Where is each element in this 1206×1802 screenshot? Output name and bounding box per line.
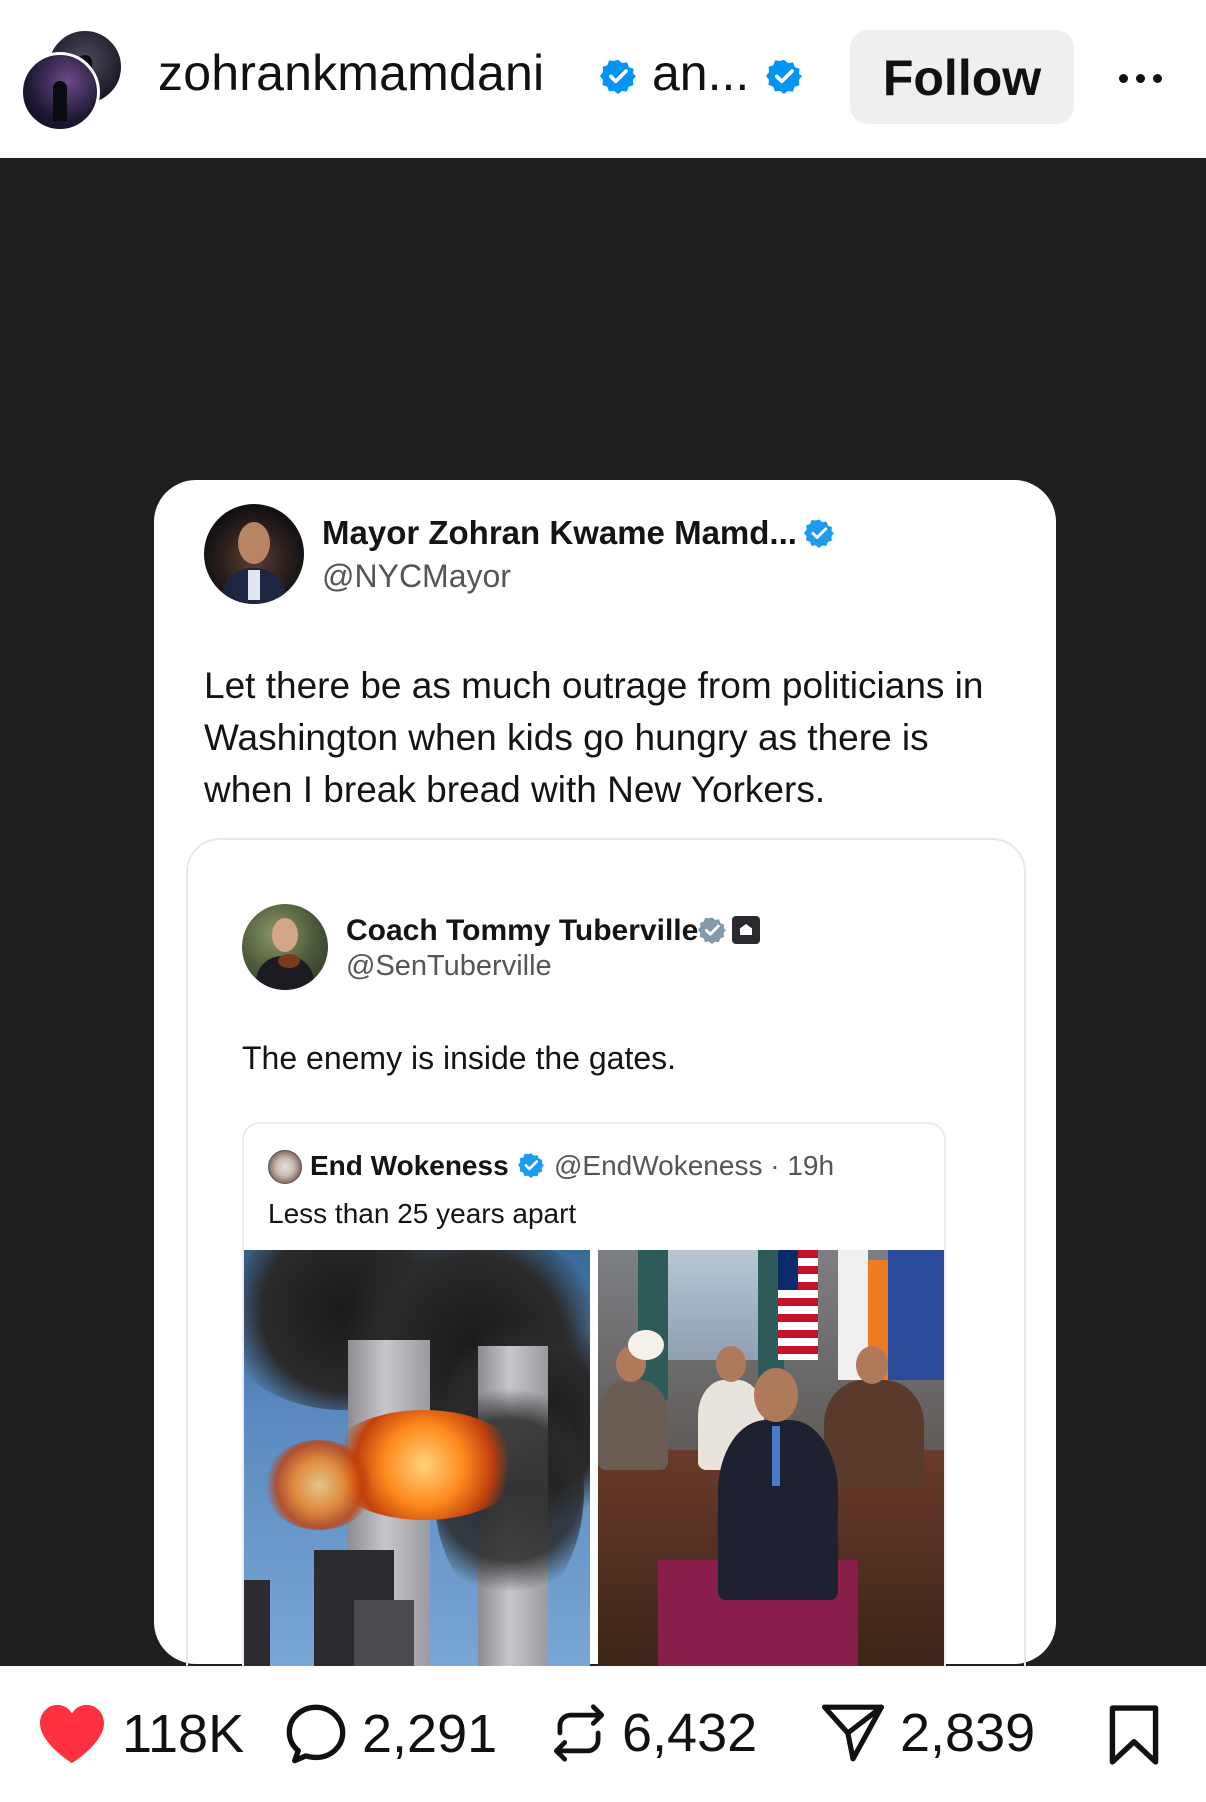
post-header: zohrankmamdani an... Follow [0, 0, 1206, 158]
follow-button[interactable]: Follow [850, 30, 1074, 124]
nested-quoted-tweet: End Wokeness @EndWokeness · 19h Less tha… [242, 1122, 946, 1668]
collab-avatars[interactable] [20, 28, 124, 132]
repost-count: 6,432 [622, 1703, 758, 1763]
tweet-author-avatar [204, 504, 304, 604]
comment-action[interactable]: 2,291 [284, 1702, 497, 1766]
tweet-author-name: Mayor Zohran Kwame Mamd... [322, 514, 797, 551]
comment-icon[interactable] [284, 1702, 348, 1766]
comment-count: 2,291 [362, 1704, 498, 1764]
tweet-author-handle: @NYCMayor [322, 558, 511, 594]
author-avatar[interactable] [20, 52, 100, 132]
like-action[interactable]: 118K [36, 1702, 244, 1766]
quoted-tweet-text: The enemy is inside the gates. [242, 1040, 677, 1076]
collaborator-name[interactable]: an... [652, 44, 749, 102]
nested-tweet-text: Less than 25 years apart [268, 1198, 577, 1229]
quoted-author-avatar [242, 904, 328, 990]
quoted-tweet: Coach Tommy Tuberville @SenTuberville Th… [186, 838, 1026, 1668]
like-count: 118K [122, 1704, 245, 1764]
government-label-icon [732, 916, 760, 944]
nested-author-meta: @EndWokeness · 19h [554, 1150, 835, 1181]
tweet-text: Let there be as much outrage from politi… [204, 665, 984, 810]
nested-author-avatar [268, 1150, 302, 1184]
tweet-image-right [598, 1250, 944, 1668]
verified-badge-icon [766, 59, 802, 94]
send-icon[interactable] [820, 1702, 886, 1764]
action-bar: 118K 2,291 6,432 2,839 [0, 1666, 1206, 1802]
quoted-author-handle: @SenTuberville [346, 950, 552, 982]
verified-badge-icon [698, 917, 726, 944]
post-media[interactable]: Mayor Zohran Kwame Mamd... @NYCMayor Let… [0, 158, 1206, 1668]
verified-badge-icon [804, 519, 834, 548]
bookmark-icon[interactable] [1106, 1704, 1162, 1766]
tweet-image-left [244, 1250, 590, 1668]
quoted-author-name: Coach Tommy Tuberville [346, 914, 699, 947]
share-action[interactable]: 2,839 [820, 1702, 1035, 1764]
more-options-icon[interactable] [1112, 56, 1168, 100]
share-count: 2,839 [900, 1703, 1036, 1763]
verified-badge-icon [518, 1153, 544, 1178]
tweet-card: Mayor Zohran Kwame Mamd... @NYCMayor Let… [154, 480, 1056, 1668]
repost-icon[interactable] [550, 1702, 608, 1764]
heart-icon[interactable] [36, 1702, 108, 1766]
repost-action[interactable]: 6,432 [550, 1702, 757, 1764]
nested-author-name: End Wokeness [310, 1150, 509, 1181]
verified-badge-icon [600, 59, 636, 94]
author-username[interactable]: zohrankmamdani [158, 44, 544, 102]
